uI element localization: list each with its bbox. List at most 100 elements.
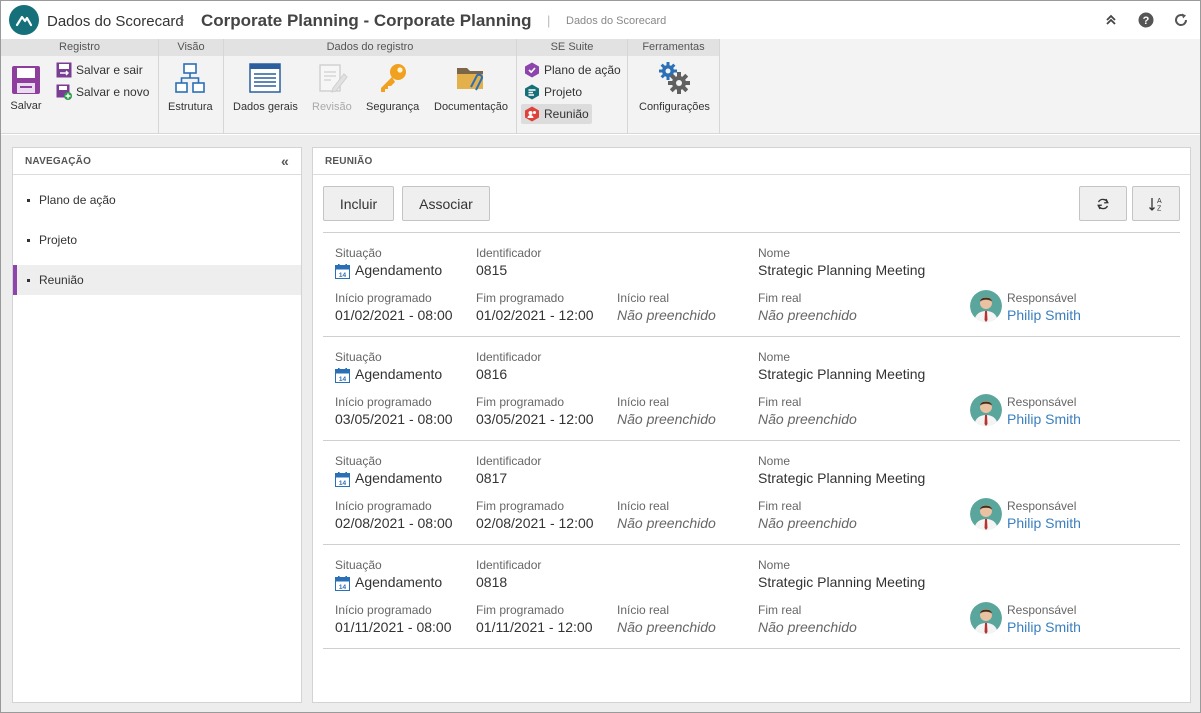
actual-start-label: Início real <box>617 395 670 409</box>
list-item[interactable]: Situação 14 Agendamento Identificador 0818 No… <box>323 545 1180 649</box>
name-value: Strategic Planning Meeting <box>758 366 926 382</box>
responsible-link[interactable]: Philip Smith <box>1007 515 1081 531</box>
identifier-value: 0815 <box>476 262 508 278</box>
identifier-label: Identificador <box>476 558 542 572</box>
action-plan-button[interactable]: Plano de ação <box>521 60 624 80</box>
avatar[interactable] <box>970 290 1002 322</box>
include-button[interactable]: Incluir <box>323 186 394 221</box>
nav-item[interactable]: Projeto <box>13 225 301 255</box>
ribbon-group-visao: Visão Estrutura <box>159 39 224 134</box>
name-value: Strategic Planning Meeting <box>758 470 926 486</box>
app-logo-icon <box>9 5 39 35</box>
save-icon <box>9 63 43 97</box>
bullet <box>27 198 30 202</box>
actual-end-value: Não preenchido <box>758 411 857 427</box>
responsible-link[interactable]: Philip Smith <box>1007 411 1081 427</box>
title-bar: Dados do Scorecard › Corporate Planning … <box>1 1 1200 39</box>
breadcrumb-app[interactable]: Dados do Scorecard <box>47 13 184 30</box>
meeting-button[interactable]: Reunião <box>521 104 592 124</box>
status-value: Agendamento <box>355 470 443 486</box>
save-button[interactable]: Salvar <box>9 63 43 112</box>
content-area: NAVEGAÇÃO « Plano de ação Projeto Reunião … <box>1 135 1200 712</box>
save-and-new-button[interactable]: Salvar e novo <box>53 82 152 102</box>
reload-icon[interactable] <box>1172 11 1190 29</box>
calendar-icon: 14 <box>335 368 350 383</box>
ribbon-group-se-suite: SE Suite Plano de ação Projeto Reunião <box>517 39 628 134</box>
status-value: Agendamento <box>355 574 443 590</box>
name-label: Nome <box>758 558 791 572</box>
nav-item-label: Reunião <box>39 273 84 287</box>
actual-start-label: Início real <box>617 603 670 617</box>
planned-start-label: Início programado <box>335 395 432 409</box>
list-item[interactable]: Situação 14 Agendamento Identificador 0817 No… <box>323 441 1180 545</box>
actual-end-value: Não preenchido <box>758 515 857 531</box>
folder-clip-icon <box>454 61 488 95</box>
actual-start-value: Não preenchido <box>617 307 716 323</box>
planned-start-label: Início programado <box>335 291 432 305</box>
planned-end-value: 02/08/2021 - 12:00 <box>476 515 594 531</box>
actual-start-label: Início real <box>617 291 670 305</box>
ribbon-group-ferramentas: Ferramentas Configurações <box>628 39 720 134</box>
nav-item[interactable]: Reunião <box>13 265 301 295</box>
status-label: Situação <box>335 454 382 468</box>
actual-start-value: Não preenchido <box>617 411 716 427</box>
identifier-value: 0817 <box>476 470 508 486</box>
planned-start-label: Início programado <box>335 603 432 617</box>
project-button[interactable]: Projeto <box>521 82 585 102</box>
avatar[interactable] <box>970 602 1002 634</box>
responsible-link[interactable]: Philip Smith <box>1007 307 1081 323</box>
responsible-label: Responsável <box>1007 291 1077 305</box>
responsible-label: Responsável <box>1007 395 1077 409</box>
navigation-list: Plano de ação Projeto Reunião <box>13 185 301 295</box>
actual-start-value: Não preenchido <box>617 515 716 531</box>
name-label: Nome <box>758 350 791 364</box>
calendar-icon: 14 <box>335 576 350 591</box>
sort-button[interactable]: AZ <box>1132 186 1180 221</box>
collapse-up-icon[interactable] <box>1102 11 1120 29</box>
save-exit-label: Salvar e sair <box>76 63 143 77</box>
structure-button[interactable]: Estrutura <box>168 61 213 113</box>
security-button[interactable]: Segurança <box>366 61 419 113</box>
svg-text:A: A <box>1157 198 1162 205</box>
nav-item[interactable]: Plano de ação <box>13 185 301 215</box>
project-label: Projeto <box>544 85 583 99</box>
responsible-link[interactable]: Philip Smith <box>1007 619 1081 635</box>
general-data-label: Dados gerais <box>233 101 298 113</box>
navigation-title: NAVEGAÇÃO « <box>13 148 301 175</box>
svg-text:14: 14 <box>339 376 347 383</box>
identifier-value: 0816 <box>476 366 508 382</box>
planned-end-label: Fim programado <box>476 395 565 409</box>
navigation-panel: NAVEGAÇÃO « Plano de ação Projeto Reunião <box>12 147 302 703</box>
revision-label: Revisão <box>312 101 352 113</box>
planned-start-value: 02/08/2021 - 08:00 <box>335 515 453 531</box>
avatar[interactable] <box>970 394 1002 426</box>
project-icon <box>524 84 540 100</box>
bullet <box>27 278 30 282</box>
general-data-button[interactable]: Dados gerais <box>233 61 298 113</box>
save-exit-icon <box>56 62 72 78</box>
documentation-button[interactable]: Documentação <box>434 61 508 113</box>
list-item[interactable]: Situação 14 Agendamento Identificador 0816 No… <box>323 337 1180 441</box>
security-label: Segurança <box>366 101 420 113</box>
collapse-left-icon[interactable]: « <box>281 148 289 175</box>
group-title: Visão <box>159 39 223 56</box>
save-new-icon <box>56 84 72 100</box>
meeting-icon <box>524 106 540 122</box>
revision-button[interactable]: Revisão <box>312 61 352 113</box>
chevron-right-icon: › <box>179 11 185 28</box>
identifier-label: Identificador <box>476 246 542 260</box>
name-label: Nome <box>758 246 791 260</box>
refresh-button[interactable] <box>1079 186 1127 221</box>
app-window: Dados do Scorecard › Corporate Planning … <box>0 0 1201 713</box>
name-value: Strategic Planning Meeting <box>758 574 926 590</box>
associate-button[interactable]: Associar <box>402 186 490 221</box>
settings-button[interactable]: Configurações <box>639 61 710 113</box>
list-item[interactable]: Situação 14 Agendamento Identificador 0815 No… <box>323 233 1180 337</box>
svg-text:Z: Z <box>1157 205 1162 212</box>
identifier-label: Identificador <box>476 350 542 364</box>
help-icon[interactable]: ? <box>1137 11 1155 29</box>
identifier-label: Identificador <box>476 454 542 468</box>
status-label: Situação <box>335 558 382 572</box>
save-and-exit-button[interactable]: Salvar e sair <box>53 60 146 80</box>
avatar[interactable] <box>970 498 1002 530</box>
